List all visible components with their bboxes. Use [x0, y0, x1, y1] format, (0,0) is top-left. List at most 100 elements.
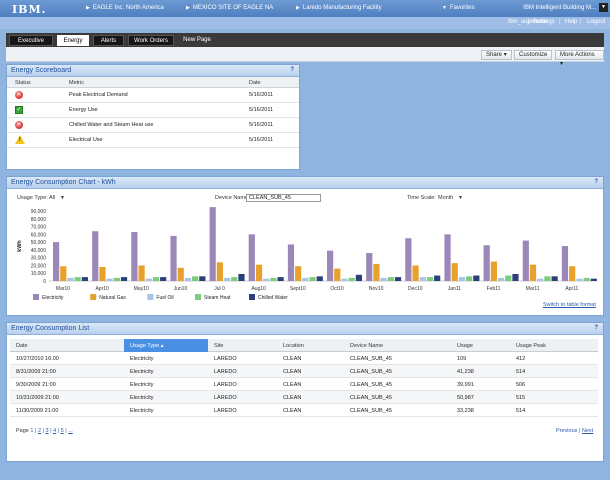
bar-electricity[interactable] [209, 207, 216, 281]
bar-steam-heat[interactable] [505, 275, 512, 281]
table-row[interactable]: ✕ Chilled Water and Steam Heat use 5/16/… [7, 118, 299, 133]
table-row[interactable]: 9/30/2009 21:00 Electricity LAREDO CLEAN CLE… [10, 378, 598, 391]
column-header[interactable]: Date [249, 80, 261, 86]
bar-fuel-oil[interactable] [419, 277, 426, 281]
table-row[interactable]: 8/31/2009 21:00 Electricity LAREDO CLEAN CLE… [10, 365, 598, 378]
bar-steam-heat[interactable] [583, 277, 590, 281]
bar-electricity[interactable] [170, 235, 177, 281]
page-link[interactable]: 1 [30, 428, 33, 434]
bar-fuel-oil[interactable] [106, 278, 113, 281]
bar-chilled-water[interactable] [434, 275, 441, 281]
column-header-usage-type[interactable]: Usage Type ▴ [130, 343, 164, 349]
bar-fuel-oil[interactable] [576, 278, 583, 281]
favorites-menu[interactable]: ▼ Favorites [442, 5, 475, 11]
bar-fuel-oil[interactable] [458, 277, 466, 281]
bar-chilled-water[interactable] [81, 277, 88, 281]
bar-steam-heat[interactable] [387, 277, 394, 281]
customize-button[interactable]: Customize [514, 50, 553, 60]
bar-steam-heat[interactable] [113, 277, 120, 281]
bar-natural-gas[interactable] [412, 265, 419, 281]
tab-executive[interactable]: Executive [9, 35, 53, 46]
bar-fuel-oil[interactable] [145, 278, 152, 281]
settings-link[interactable]: Settings [533, 19, 555, 25]
bar-natural-gas[interactable] [373, 263, 380, 281]
bar-electricity[interactable] [327, 250, 334, 281]
bar-electricity[interactable] [405, 238, 412, 281]
bar-fuel-oil[interactable] [223, 277, 231, 281]
bar-chilled-water[interactable] [394, 277, 402, 281]
table-row[interactable]: ✓ Energy Use 5/16/2011 [7, 103, 299, 118]
bar-steam-heat[interactable] [466, 276, 473, 281]
bar-steam-heat[interactable] [192, 276, 199, 281]
column-header-date[interactable]: Date [16, 343, 28, 349]
bar-natural-gas[interactable] [295, 266, 302, 281]
bar-fuel-oil[interactable] [341, 278, 348, 281]
table-row[interactable]: ! Electrical Use 5/16/2011 [7, 133, 299, 148]
bar-steam-heat[interactable] [309, 277, 316, 281]
bar-natural-gas[interactable] [490, 261, 497, 281]
bar-chilled-water[interactable] [238, 274, 245, 281]
page-link[interactable]: 5 [61, 428, 64, 434]
column-header-location[interactable]: Location [283, 343, 304, 349]
logout-link[interactable]: Logout [587, 19, 605, 25]
next-link[interactable]: Next [582, 428, 593, 434]
breadcrumb-org[interactable]: ▶ EAGLE Inc. North America [86, 5, 164, 11]
bar-natural-gas[interactable] [99, 267, 106, 281]
bar-steam-heat[interactable] [152, 277, 160, 281]
bar-chilled-water[interactable] [316, 276, 323, 281]
bar-fuel-oil[interactable] [380, 277, 387, 281]
page-link[interactable]: 4 [53, 428, 56, 434]
bar-chilled-water[interactable] [199, 276, 206, 281]
bar-electricity[interactable] [248, 234, 255, 281]
switch-table-link[interactable]: Switch to table format [543, 302, 596, 308]
help-icon[interactable]: ? [290, 67, 294, 73]
caret-down-icon[interactable]: ▼ [60, 195, 65, 201]
bar-fuel-oil[interactable] [302, 277, 309, 281]
tab-energy[interactable]: Energy [57, 35, 89, 46]
bar-natural-gas[interactable] [216, 262, 223, 281]
bar-electricity[interactable] [561, 246, 569, 281]
page-link[interactable]: ... [68, 428, 73, 434]
tab-alerts[interactable]: Alerts [93, 35, 124, 46]
device-name-input[interactable]: CLEAN_SUB_45 [246, 194, 321, 202]
bar-chilled-water[interactable] [160, 277, 167, 281]
bar-electricity[interactable] [444, 234, 451, 281]
bar-chilled-water[interactable] [120, 277, 128, 281]
bar-natural-gas[interactable] [334, 268, 341, 281]
bar-chilled-water[interactable] [277, 277, 284, 281]
bar-fuel-oil[interactable] [184, 277, 192, 281]
bar-fuel-oil[interactable] [67, 277, 74, 281]
tab-work-orders[interactable]: Work Orders [128, 35, 174, 46]
table-row[interactable]: 10/27/2010 16:00 Electricity LAREDO CLEAN CL… [10, 352, 598, 365]
usage-type-select[interactable]: All [49, 195, 55, 201]
page-link[interactable]: 3 [46, 428, 49, 434]
table-row[interactable]: 10/31/2009 21:00 Electricity LAREDO CLEAN CL… [10, 391, 598, 404]
help-icon[interactable]: ? [594, 325, 598, 331]
bar-steam-heat[interactable] [74, 277, 81, 281]
bar-chilled-water[interactable] [551, 276, 558, 281]
bar-steam-heat[interactable] [270, 277, 277, 281]
column-header[interactable]: Status [15, 80, 31, 86]
help-link[interactable]: Help [565, 19, 577, 25]
app-name[interactable]: IBM Intelligent Building M... [523, 5, 596, 11]
bar-steam-heat[interactable] [544, 276, 551, 281]
column-header[interactable]: Metric [69, 80, 84, 86]
breadcrumb-facility[interactable]: ▶ Laredo Manufacturing Facility [296, 5, 382, 11]
bar-chilled-water[interactable] [473, 275, 480, 281]
column-header-site[interactable]: Site [214, 343, 223, 349]
share-button[interactable]: Share ▾ [481, 50, 512, 60]
bar-natural-gas[interactable] [255, 264, 263, 281]
tab-new-page[interactable]: New Page [178, 35, 216, 46]
page-link[interactable]: 2 [38, 428, 41, 434]
bar-chilled-water[interactable] [590, 278, 597, 281]
bar-electricity[interactable] [92, 231, 99, 281]
bar-steam-heat[interactable] [231, 277, 238, 281]
bar-fuel-oil[interactable] [263, 278, 270, 281]
bar-electricity[interactable] [522, 240, 529, 281]
bar-steam-heat[interactable] [426, 277, 434, 281]
bar-electricity[interactable] [366, 253, 373, 281]
bar-natural-gas[interactable] [451, 263, 458, 281]
caret-down-icon[interactable]: ▼ [458, 195, 463, 201]
column-header-usage[interactable]: Usage [457, 343, 473, 349]
bar-electricity[interactable] [131, 232, 138, 281]
